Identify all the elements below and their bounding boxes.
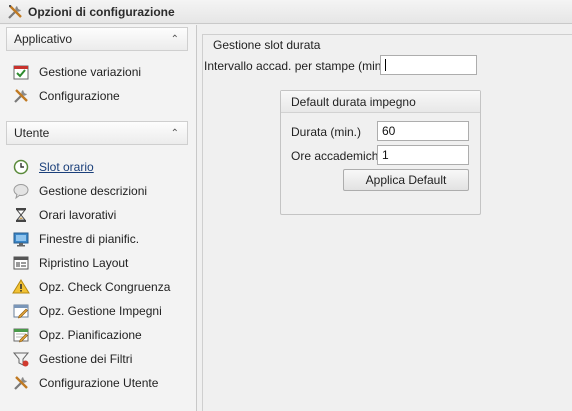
window-edit-icon [12,302,30,320]
ore-accademiche-input[interactable]: 1 [377,145,469,165]
intervallo-label: Intervallo accad. per stampe (min.) [204,59,389,73]
sidebar-item-label: Slot orario [39,160,94,174]
sidebar-item-gestione-dei-filtri[interactable]: Gestione dei Filtri [12,348,132,370]
tools-icon [12,87,30,105]
text-caret [385,59,386,71]
window-titlebar: Opzioni di configurazione [0,0,572,24]
window-title: Opzioni di configurazione [28,4,175,19]
sidebar-item-finestre-di-pianific[interactable]: Finestre di pianific. [12,228,139,250]
sidebar-item-label: Configurazione Utente [39,376,159,390]
sidebar: Applicativo ⌃ Gestione variazioni Config… [0,25,197,411]
monitor-icon [12,230,30,248]
applica-default-button[interactable]: Applica Default [343,169,469,191]
clock-slot-icon [12,158,30,176]
group-label: Applicativo [14,32,73,46]
sidebar-item-opz-check-congruenza[interactable]: Opz. Check Congruenza [12,276,170,298]
sidebar-item-label: Opz. Gestione Impegni [39,304,162,318]
intervallo-input[interactable] [380,55,477,75]
groupbox-title: Default durata impegno [281,91,480,113]
calendar-variations-icon [12,63,30,81]
sidebar-item-label: Orari lavorativi [39,208,117,222]
sidebar-item-opz-pianificazione[interactable]: Opz. Pianificazione [12,324,142,346]
sidebar-item-label: Opz. Pianificazione [39,328,142,342]
ore-accademiche-label: Ore accademiche [291,149,386,163]
tools-icon [6,3,24,21]
hourglass-icon [12,206,30,224]
speech-bubble-icon [12,182,30,200]
filter-icon [12,350,30,368]
sidebar-item-label: Gestione variazioni [39,65,142,79]
sidebar-item-label: Finestre di pianific. [39,232,140,246]
sidebar-item-opz-gestione-impegni[interactable]: Opz. Gestione Impegni [12,300,162,322]
slot-durata-section: Gestione slot durata Intervallo accad. p… [202,34,572,411]
sidebar-item-ripristino-layout[interactable]: Ripristino Layout [12,252,128,274]
sidebar-item-gestione-variazioni[interactable]: Gestione variazioni [12,61,141,83]
layout-reset-icon [12,254,30,272]
sidebar-item-orari-lavorativi[interactable]: Orari lavorativi [12,204,116,226]
chevron-up-icon[interactable]: ⌃ [171,34,179,45]
sidebar-item-configurazione[interactable]: Configurazione [12,85,120,107]
calendar-edit-icon [12,326,30,344]
durata-label: Durata (min.) [291,125,362,139]
durata-input[interactable]: 60 [377,121,469,141]
group-label: Utente [14,126,50,140]
sidebar-item-slot-orario[interactable]: Slot orario [12,156,94,178]
sidebar-item-label: Opz. Check Congruenza [39,280,171,294]
sidebar-item-gestione-descrizioni[interactable]: Gestione descrizioni [12,180,147,202]
section-title: Gestione slot durata [213,38,321,52]
group-header-utente[interactable]: Utente ⌃ [6,121,188,145]
main-panel: Gestione slot durata Intervallo accad. p… [198,25,572,411]
tools-icon [12,374,30,392]
group-header-applicativo[interactable]: Applicativo ⌃ [6,27,188,51]
chevron-up-icon[interactable]: ⌃ [171,128,179,139]
sidebar-item-label: Configurazione [39,89,120,103]
default-durata-groupbox: Default durata impegno Durata (min.) 60 … [280,90,481,215]
sidebar-item-label: Ripristino Layout [39,256,129,270]
warning-icon [12,278,30,296]
sidebar-item-label: Gestione dei Filtri [39,352,133,366]
sidebar-item-configurazione-utente[interactable]: Configurazione Utente [12,372,158,394]
sidebar-item-label: Gestione descrizioni [39,184,148,198]
